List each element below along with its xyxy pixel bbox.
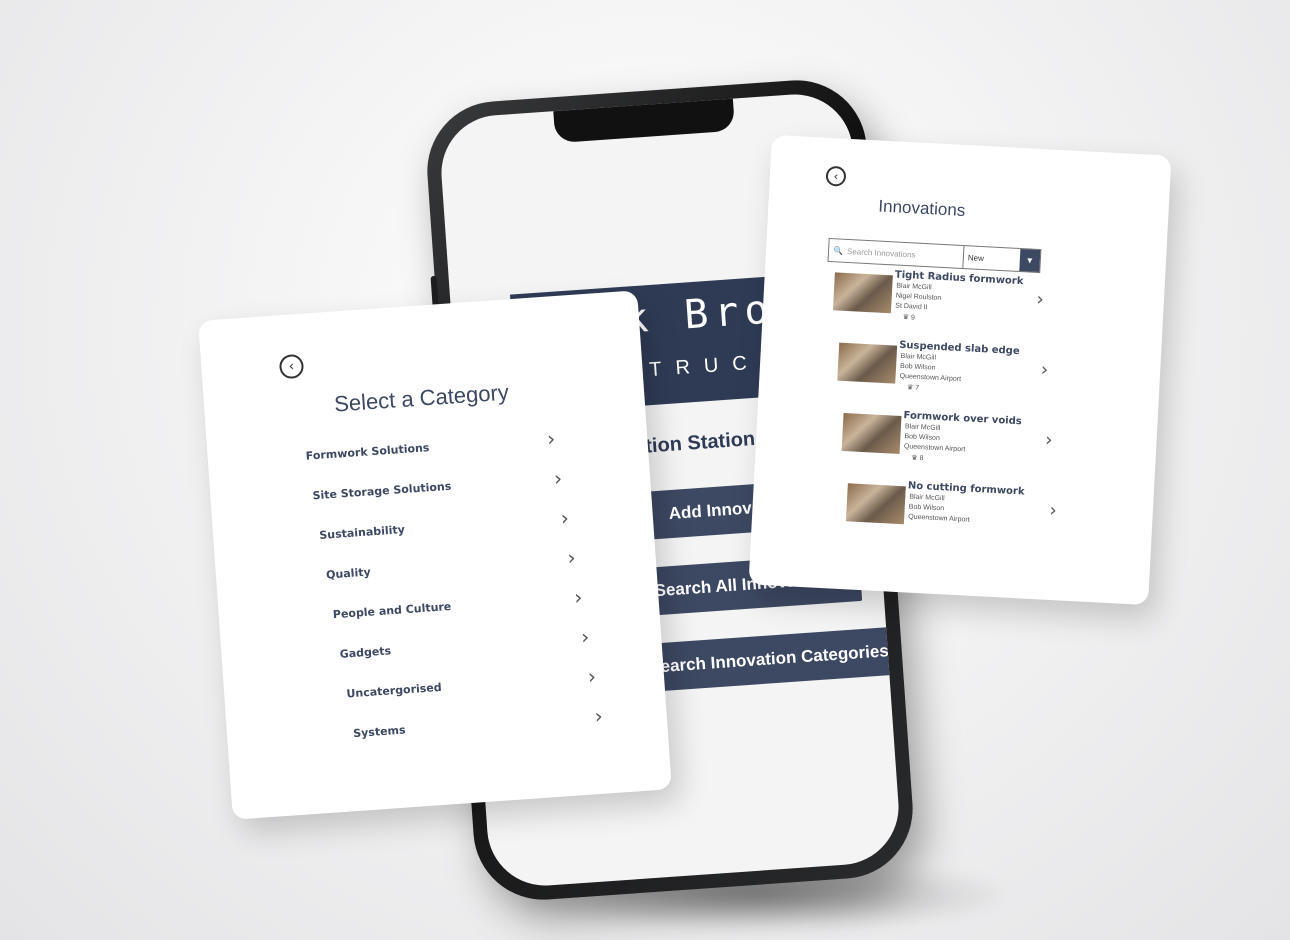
vote-count-value: 7 bbox=[915, 384, 920, 392]
category-item[interactable]: Site Storage Solutions › bbox=[312, 466, 563, 507]
innovation-thumbnail bbox=[841, 412, 902, 454]
category-item[interactable]: Quality › bbox=[325, 545, 577, 586]
innovation-site: Queenstown Airport bbox=[908, 513, 970, 524]
chevron-right-icon: › bbox=[1036, 288, 1045, 311]
list-item[interactable]: Formwork over voids Blair McGill Bob Wil… bbox=[841, 407, 1054, 480]
category-label: Uncatergorised bbox=[345, 680, 443, 700]
search-icon: 🔍 bbox=[832, 245, 844, 256]
innovation-site: Queenstown Airport bbox=[899, 372, 962, 384]
search-placeholder: Search Innovations bbox=[846, 246, 916, 260]
chevron-right-icon: › bbox=[580, 624, 590, 649]
category-label: Site Storage Solutions bbox=[312, 479, 452, 502]
category-label: Gadgets bbox=[339, 643, 392, 661]
innovation-author: Blair McGill bbox=[900, 352, 937, 362]
category-item[interactable]: People and Culture › bbox=[332, 585, 583, 626]
innovation-site: Queenstown Airport bbox=[903, 443, 966, 454]
category-label: Sustainability bbox=[318, 522, 406, 542]
category-item[interactable]: Systems › bbox=[352, 703, 604, 745]
chevron-right-icon: › bbox=[593, 703, 604, 729]
category-item[interactable]: Gadgets › bbox=[339, 624, 590, 665]
category-card: ‹ Select a Category Formwork Solutions ›… bbox=[198, 290, 672, 820]
innovation-contact: Bob Wilson bbox=[908, 503, 945, 513]
innovation-contact: Bob Wilson bbox=[904, 433, 940, 443]
vote-count: ♛ 9 bbox=[902, 313, 915, 322]
chevron-right-icon: › bbox=[1049, 499, 1058, 522]
category-title: Select a Category bbox=[333, 379, 510, 417]
chevron-right-icon: › bbox=[1044, 429, 1053, 451]
innovations-title: Innovations bbox=[877, 196, 966, 221]
category-label: Formwork Solutions bbox=[305, 440, 430, 463]
vote-count: ♛ 8 bbox=[911, 454, 924, 463]
innovation-site: St David II bbox=[895, 302, 928, 312]
chevron-right-icon: › bbox=[553, 465, 563, 491]
innovation-contact: Nigel Roulston bbox=[895, 292, 942, 302]
chevron-right-icon: › bbox=[559, 505, 570, 531]
list-item[interactable]: Suspended slab edge Blair McGill Bob Wil… bbox=[836, 337, 1049, 410]
innovation-author: Blair McGill bbox=[909, 493, 945, 503]
category-label: Quality bbox=[325, 565, 372, 582]
chevron-right-icon: › bbox=[587, 664, 597, 689]
category-label: People and Culture bbox=[332, 599, 452, 621]
vote-count: ♛ 7 bbox=[907, 383, 920, 392]
innovation-author: Blair McGill bbox=[904, 423, 941, 433]
search-innovation-categories-button[interactable]: Search Innovation Categories bbox=[642, 626, 896, 693]
vote-count-value: 8 bbox=[919, 455, 924, 463]
category-item[interactable]: Uncatergorised › bbox=[346, 664, 597, 705]
innovation-author: Blair McGill bbox=[896, 282, 932, 292]
search-input[interactable]: 🔍 Search Innovations bbox=[828, 238, 965, 269]
innovation-contact: Bob Wilson bbox=[899, 362, 936, 372]
innovations-card: ‹ Innovations 🔍 Search Innovations New ▾… bbox=[748, 134, 1172, 606]
list-item[interactable]: No cutting formwork Blair McGill Bob Wil… bbox=[845, 477, 1058, 550]
category-label: Systems bbox=[352, 723, 406, 740]
chevron-right-icon: › bbox=[566, 545, 577, 570]
chevron-right-icon: › bbox=[573, 584, 584, 610]
chevron-right-icon: › bbox=[1040, 359, 1049, 381]
innovation-thumbnail bbox=[837, 342, 898, 384]
back-icon[interactable]: ‹ bbox=[278, 353, 305, 380]
category-item[interactable]: Sustainability › bbox=[318, 505, 570, 547]
chevron-right-icon: › bbox=[546, 426, 556, 451]
chevron-down-icon[interactable]: ▾ bbox=[1019, 248, 1041, 273]
list-item[interactable]: Tight Radius formwork Blair McGill Nigel… bbox=[832, 266, 1045, 339]
innovation-thumbnail bbox=[832, 272, 893, 314]
back-icon[interactable]: ‹ bbox=[825, 165, 847, 187]
innovation-thumbnail bbox=[845, 483, 906, 525]
vote-count-value: 9 bbox=[910, 314, 915, 322]
category-item[interactable]: Formwork Solutions › bbox=[305, 426, 556, 467]
sort-dropdown[interactable]: New bbox=[963, 246, 1020, 271]
